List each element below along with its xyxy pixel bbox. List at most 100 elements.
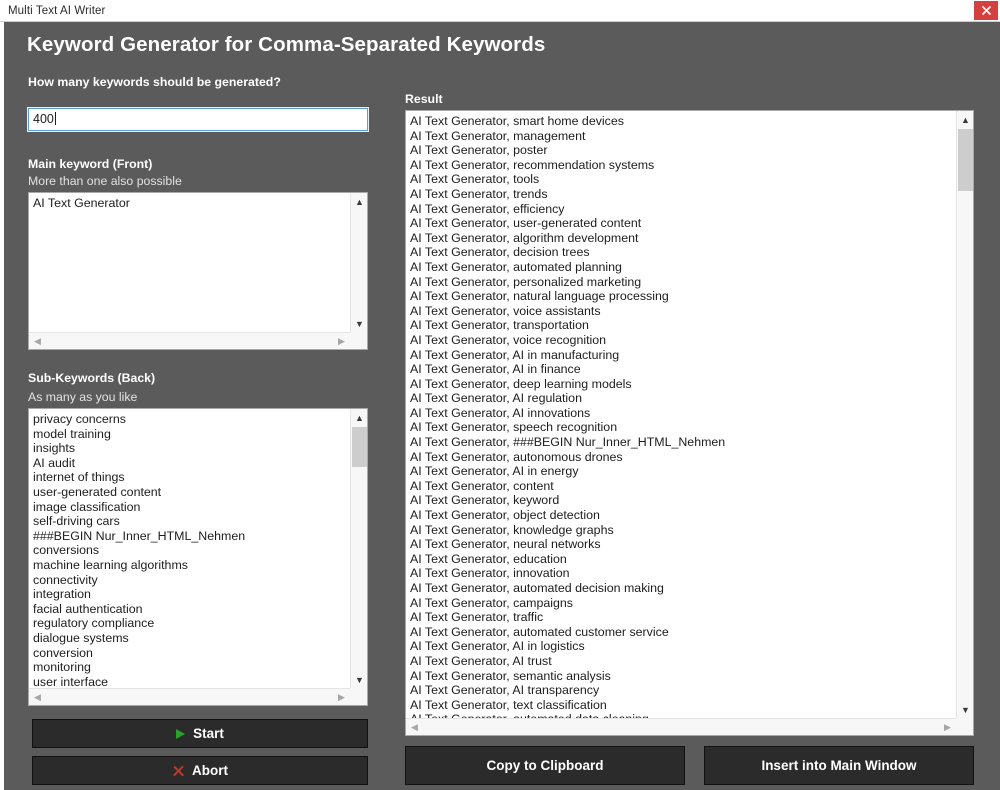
list-item: internet of things (33, 470, 125, 485)
sub-keywords-content[interactable]: privacy concerns model training insights AI… (29, 409, 350, 688)
copy-to-clipboard-button[interactable]: Copy to Clipboard (405, 746, 685, 785)
scrollbar-thumb[interactable] (958, 129, 973, 191)
scroll-left-icon[interactable]: ◀ (29, 333, 46, 349)
list-item: AI Text Generator, poster (410, 143, 548, 158)
list-item: conversions (33, 543, 100, 558)
list-item: AI Text Generator, efficiency (410, 201, 565, 216)
close-icon (981, 5, 991, 16)
list-item: AI Text Generator, speech recognition (410, 420, 618, 435)
insert-into-main-window-button[interactable]: Insert into Main Window (704, 746, 974, 785)
list-item: AI Text Generator, smart home devices (410, 114, 624, 128)
list-item: AI Text Generator, AI in energy (410, 464, 579, 479)
list-item: machine learning algorithms (33, 557, 188, 572)
list-item: AI Text Generator, decision trees (410, 245, 590, 260)
page-title: Keyword Generator for Comma-Separated Ke… (27, 33, 546, 56)
list-item: AI Text Generator, AI regulation (410, 391, 582, 406)
main-keyword-content[interactable]: AI Text Generator (29, 193, 350, 332)
list-item: AI audit (33, 455, 76, 470)
scroll-right-icon[interactable]: ▶ (333, 333, 350, 349)
list-item: AI Text Generator, campaigns (410, 595, 574, 610)
list-item: AI Text Generator, natural language proc… (410, 289, 669, 304)
title-bar: Multi Text AI Writer (0, 0, 1000, 22)
list-item: AI Text Generator, recommendation system… (410, 157, 655, 172)
list-item: AI Text Generator, AI trust (410, 653, 552, 668)
list-item: AI Text Generator, voice recognition (410, 332, 607, 347)
list-item: AI Text Generator, voice assistants (410, 303, 601, 318)
main-keyword-vertical-scrollbar[interactable]: ▲ ▼ (350, 193, 367, 332)
main-keyword-label: Main keyword (Front) (28, 157, 153, 171)
list-item: AI Text Generator, education (410, 551, 567, 566)
list-item: AI Text Generator, knowledge graphs (410, 522, 614, 537)
list-item: privacy concerns (33, 412, 126, 426)
scroll-left-icon[interactable]: ◀ (406, 719, 423, 735)
list-item: AI Text Generator, AI transparency (410, 683, 600, 698)
list-item: AI Text Generator, deep learning models (410, 376, 632, 391)
scroll-up-icon[interactable]: ▲ (351, 409, 367, 426)
sub-keywords-textarea[interactable]: privacy concerns model training insights AI… (28, 408, 368, 706)
list-item: AI Text Generator, automated decision ma… (410, 581, 664, 595)
list-item: AI Text Generator (33, 196, 130, 210)
text-caret (54, 112, 56, 125)
list-item: AI Text Generator, transportation (410, 318, 589, 333)
main-keyword-textarea[interactable]: AI Text Generator ▲ ▼ ◀ ▶ (28, 192, 368, 350)
keyword-count-label: How many keywords should be generated? (28, 75, 281, 89)
list-item: conversion (33, 645, 93, 660)
close-button[interactable] (974, 1, 998, 20)
main-keyword-horizontal-scrollbar[interactable]: ◀ ▶ (29, 332, 367, 349)
list-item: AI Text Generator, neural networks (410, 537, 601, 552)
list-item: AI Text Generator, AI in finance (410, 362, 581, 377)
insert-into-main-window-label: Insert into Main Window (761, 758, 917, 773)
result-textarea[interactable]: AI Text Generator, smart home devices AI … (405, 110, 974, 736)
keyword-count-value: 400 (33, 112, 54, 126)
list-item: AI Text Generator, user-generated conten… (410, 216, 642, 231)
result-horizontal-scrollbar[interactable]: ◀ ▶ (406, 718, 973, 735)
list-item: user-generated content (33, 484, 162, 499)
list-item: AI Text Generator, personalized marketin… (410, 274, 642, 289)
scrollbar-corner (350, 332, 367, 349)
scrollbar-thumb[interactable] (352, 427, 367, 467)
sub-keywords-vertical-scrollbar[interactable]: ▲ ▼ (350, 409, 367, 688)
list-item: insights (33, 441, 76, 456)
list-item: AI Text Generator, management (410, 128, 586, 143)
list-item: AI Text Generator, semantic analysis (410, 668, 611, 683)
result-vertical-scrollbar[interactable]: ▲ ▼ (956, 111, 973, 718)
window-title: Multi Text AI Writer (8, 4, 106, 17)
list-item: AI Text Generator, automated planning (410, 259, 622, 274)
application-window: Multi Text AI Writer Keyword Generator f… (0, 0, 1000, 790)
scroll-up-icon[interactable]: ▲ (351, 193, 367, 210)
keyword-count-input[interactable]: 400 (27, 107, 369, 132)
list-item: AI Text Generator, content (410, 478, 554, 493)
result-content[interactable]: AI Text Generator, smart home devices AI … (406, 111, 956, 718)
copy-to-clipboard-label: Copy to Clipboard (486, 758, 604, 773)
scroll-down-icon[interactable]: ▼ (351, 671, 367, 688)
scroll-right-icon[interactable]: ▶ (333, 689, 350, 705)
scroll-down-icon[interactable]: ▼ (351, 315, 367, 332)
list-item: AI Text Generator, AI in logistics (410, 639, 585, 654)
list-item: AI Text Generator, trends (410, 186, 548, 201)
list-item: connectivity (33, 572, 98, 587)
abort-button-label: Abort (192, 763, 228, 778)
scrollbar-corner (956, 718, 973, 735)
start-button[interactable]: Start (32, 719, 368, 748)
list-item: model training (33, 426, 111, 441)
x-icon (172, 765, 184, 777)
list-item: ###BEGIN Nur_Inner_HTML_Nehmen (33, 528, 246, 543)
list-item: dialogue systems (33, 630, 129, 645)
list-item: AI Text Generator, automated customer se… (410, 624, 669, 639)
start-button-label: Start (193, 726, 224, 741)
app-body: Keyword Generator for Comma-Separated Ke… (0, 22, 1000, 790)
list-item: AI Text Generator, ###BEGIN Nur_Inner_HT… (410, 435, 726, 450)
result-label: Result (405, 92, 443, 106)
list-item: self-driving cars (33, 514, 120, 529)
list-item: AI Text Generator, tools (410, 172, 540, 187)
list-item: AI Text Generator, object detection (410, 508, 600, 523)
scroll-left-icon[interactable]: ◀ (29, 689, 46, 705)
scroll-up-icon[interactable]: ▲ (957, 111, 973, 128)
scroll-right-icon[interactable]: ▶ (939, 719, 956, 735)
scroll-down-icon[interactable]: ▼ (957, 701, 973, 718)
abort-button[interactable]: Abort (32, 756, 368, 785)
play-icon (176, 728, 186, 739)
list-item: user interface (33, 674, 109, 688)
sub-keywords-horizontal-scrollbar[interactable]: ◀ ▶ (29, 688, 367, 705)
list-item: regulatory compliance (33, 616, 155, 631)
